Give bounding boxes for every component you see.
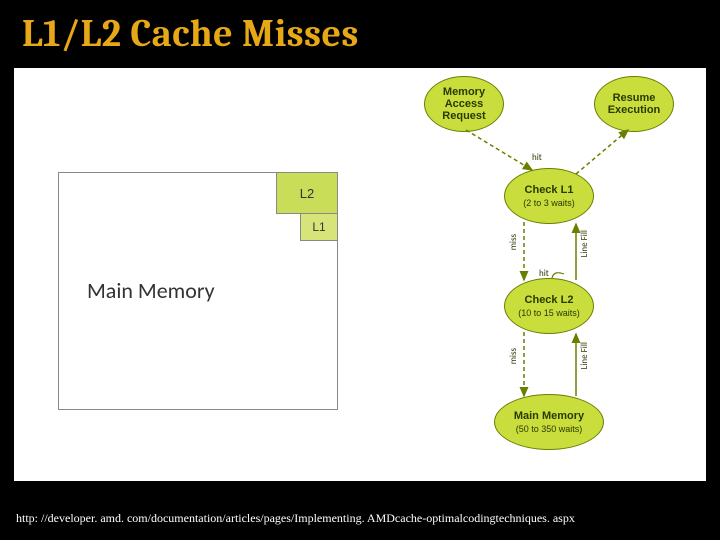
- node-resume-execution: Resume Execution: [594, 76, 674, 132]
- page-title: L1/L2 Cache Misses: [22, 12, 359, 56]
- l1-box: L1: [300, 213, 338, 241]
- node-label: Check L2: [525, 294, 574, 306]
- l2-box: L2: [276, 172, 338, 214]
- node-label: Check L1: [525, 184, 574, 196]
- node-label: Resume Execution: [595, 92, 673, 116]
- node-sublabel: (2 to 3 waits): [523, 198, 575, 208]
- slide: L1/L2 Cache Misses Main Memory L2 L1 Mem…: [0, 0, 720, 540]
- node-label: Memory Access Request: [425, 86, 503, 122]
- node-sublabel: (10 to 15 waits): [518, 308, 580, 318]
- content-area: Main Memory L2 L1 Memory Access Request …: [14, 68, 706, 481]
- main-memory-label: Main Memory: [87, 277, 215, 304]
- node-label: Main Memory: [514, 410, 584, 422]
- cache-flowchart: Memory Access Request Resume Execution C…: [404, 74, 694, 474]
- node-sublabel: (50 to 350 waits): [516, 424, 583, 434]
- node-check-l1: Check L1 (2 to 3 waits): [504, 168, 594, 224]
- node-memory-access-request: Memory Access Request: [424, 76, 504, 132]
- memory-size-diagram: Main Memory L2 L1: [58, 152, 338, 412]
- node-check-l2: Check L2 (10 to 15 waits): [504, 278, 594, 334]
- main-memory-box: Main Memory L2 L1: [58, 172, 338, 410]
- edge-miss-2: miss: [508, 348, 519, 364]
- source-url: http: //developer. amd. com/documentatio…: [16, 511, 575, 526]
- edge-linefill-2: Line Fill: [579, 342, 590, 369]
- edge-miss-1: miss: [508, 234, 519, 250]
- node-main-memory: Main Memory (50 to 350 waits): [494, 394, 604, 450]
- edge-hit-1: hit: [532, 152, 542, 163]
- edge-linefill-1: Line Fill: [579, 230, 590, 257]
- edge-hit-2: hit: [539, 268, 549, 279]
